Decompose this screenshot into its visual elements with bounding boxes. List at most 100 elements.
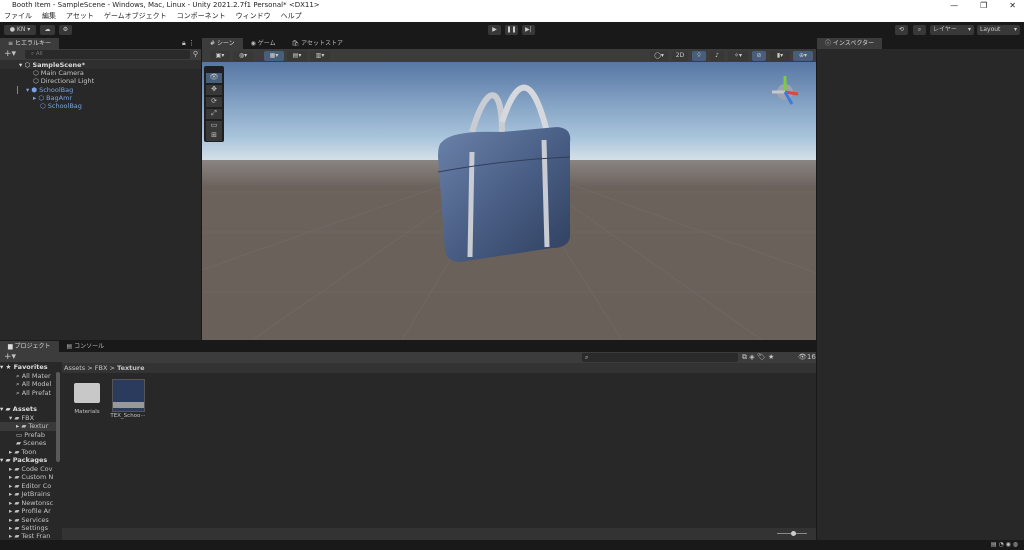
asset-label: TEX_Schoo··· [110, 413, 146, 419]
asset-count: 👁︎16 [798, 353, 816, 361]
menu-component[interactable]: コンポーネント [177, 11, 226, 22]
status-icons[interactable]: ▤ ◔ ◉ ◍ [991, 540, 1018, 550]
breadcrumb-fbx[interactable]: FBX [95, 364, 108, 372]
tab-asset-store[interactable]: 🛍︎ アセットストア [284, 38, 351, 49]
tree-prefab[interactable]: ▭ Prefab [0, 431, 56, 440]
rotate-tool-icon[interactable]: ⟳ [206, 97, 222, 107]
tree-scrollbar[interactable] [56, 372, 60, 462]
selection-marker [17, 86, 18, 94]
hierarchy-search-input[interactable]: ⌕ All [25, 50, 190, 59]
breadcrumb-texture[interactable]: Texture [117, 364, 145, 372]
tree-package[interactable]: ▸ ▰ Custom N [0, 473, 56, 482]
scene-filter-icon[interactable]: ⚲ [193, 49, 198, 60]
tree-all-models[interactable]: ⌕ All Model [0, 380, 56, 389]
item-label: SchoolBag [39, 86, 74, 94]
inspector-panel: ⓘ インスペクター [817, 38, 1024, 540]
menu-gameobject[interactable]: ゲームオブジェクト [104, 11, 167, 22]
scene-panel: # シーン ◉ ゲーム 🛍︎ アセットストア ▣▾ ◍▾ ▦▾ ▤▾ ▥▾ ◯▾… [202, 38, 816, 340]
render-mode-dropdown[interactable]: ◯▾ [650, 51, 668, 61]
slider-handle[interactable] [791, 531, 796, 536]
hierarchy-item-main-camera[interactable]: ⬡ Main Camera [33, 69, 84, 77]
move-tool-icon[interactable]: ✥ [206, 85, 222, 95]
account-button[interactable]: ● KN ▾ [4, 25, 36, 35]
tree-fbx[interactable]: ▾ ▰ FBX [0, 414, 56, 423]
play-button[interactable]: ▶ [488, 25, 501, 35]
tab-label: ゲーム [257, 40, 276, 47]
tree-assets[interactable]: ▾ ▰ Assets [0, 405, 56, 414]
tree-all-prefabs[interactable]: ⌕ All Prefat [0, 389, 56, 398]
draw-mode-dropdown[interactable]: ▣▾ [210, 51, 230, 61]
tab-project[interactable]: ▆ プロジェクト [0, 341, 59, 352]
scene-viewport[interactable] [202, 62, 816, 340]
toggle-2d-button[interactable]: 2D [672, 51, 688, 61]
menu-file[interactable]: ファイル [4, 11, 32, 22]
hierarchy-item-directional-light[interactable]: ⬡ Directional Light [33, 77, 94, 85]
tree-package[interactable]: ▸ ▰ Editor Co [0, 482, 56, 491]
pause-button[interactable]: ❚❚ [505, 25, 518, 35]
transform-tool-icon[interactable]: ⊞ [206, 131, 222, 141]
menu-assets[interactable]: アセット [66, 11, 94, 22]
hierarchy-tabs: ≡ ヒエラルキー 🔒︎ ⋮ [0, 38, 201, 49]
shading-dropdown[interactable]: ◍▾ [233, 51, 253, 61]
rect-tool-icon[interactable]: ▭ [206, 121, 222, 131]
close-icon[interactable]: ✕ [1009, 0, 1016, 11]
tree-label: All Prefat [21, 388, 51, 397]
tree-all-materials[interactable]: ⌕ All Mater [0, 372, 56, 381]
tree-package[interactable]: ▸ ▰ Newtonsc [0, 499, 56, 508]
tree-toon[interactable]: ▸ ▰ Toon [0, 448, 56, 457]
cloud-icon[interactable]: ☁ [40, 25, 55, 35]
tree-package[interactable]: ▸ ▰ Code Cov [0, 465, 56, 474]
hierarchy-item-scene[interactable]: ▾ ⬡ SampleScene* [19, 61, 85, 69]
hierarchy-item-schoolbag[interactable]: ▾ ⬢ SchoolBag [26, 86, 73, 94]
tree-package[interactable]: ▸ ▰ Test Fran [0, 532, 56, 541]
asset-materials-folder[interactable]: Materials [68, 379, 106, 415]
project-search-input[interactable]: ⌕ [582, 353, 738, 362]
layers-dropdown[interactable]: レイヤー ▾ [930, 25, 974, 35]
grid-dropdown[interactable]: ▦▾ [264, 51, 284, 61]
breadcrumb-assets[interactable]: Assets [64, 364, 85, 372]
asset-texture[interactable]: TEX_Schoo··· [108, 379, 148, 419]
tab-game[interactable]: ◉ ゲーム [243, 38, 284, 49]
layout-dropdown[interactable]: Layout ▾ [977, 25, 1020, 35]
hierarchy-item-schoolbag-mesh[interactable]: ⬡ SchoolBag [40, 102, 82, 110]
tree-packages[interactable]: ▾ ▰ Packages [0, 456, 56, 465]
tree-label: Test Fran [21, 531, 51, 540]
tab-inspector[interactable]: ⓘ インスペクター [817, 38, 883, 49]
texture-thumbnail [111, 379, 145, 412]
search-icon[interactable]: ⌕ [913, 25, 926, 35]
scale-tool-icon[interactable]: ⤢ [206, 109, 222, 119]
menu-edit[interactable]: 編集 [42, 11, 56, 22]
tree-package[interactable]: ▸ ▰ Profile Ar [0, 507, 56, 516]
menu-window[interactable]: ウィンドウ [236, 11, 271, 22]
snap-dropdown[interactable]: ▤▾ [287, 51, 307, 61]
hierarchy-panel: ≡ ヒエラルキー 🔒︎ ⋮ +▾ ⌕ All ⚲ ▾ ⬡ SampleScene*… [0, 38, 201, 340]
hidden-objects-icon[interactable]: ⊘ [752, 51, 766, 61]
maximize-icon[interactable]: ❐ [980, 0, 987, 11]
gizmos-dropdown[interactable]: ⊕▾ [793, 51, 813, 61]
increment-dropdown[interactable]: ▥▾ [310, 51, 330, 61]
step-button[interactable]: ▶| [522, 25, 535, 35]
tree-scenes[interactable]: ▰ Scenes [0, 439, 56, 448]
audio-icon[interactable]: ♪ [710, 51, 724, 61]
camera-dropdown[interactable]: ▮▾ [770, 51, 790, 61]
tree-label: All Model [21, 380, 52, 388]
history-icon[interactable]: ⟲ [895, 25, 908, 35]
tree-favorites[interactable]: ▾ ★ Favorites [0, 363, 56, 372]
lock-icon[interactable]: 🔒︎ ⋮ [182, 38, 201, 49]
lighting-icon[interactable]: 💡︎ [692, 51, 706, 61]
tab-hierarchy[interactable]: ≡ ヒエラルキー [0, 38, 59, 49]
tab-console[interactable]: ▤ コンソール [59, 341, 113, 352]
add-icon[interactable]: +▾ [4, 49, 16, 60]
hierarchy-item-bagamr[interactable]: ▸ ⬡ BagAmr [33, 94, 72, 102]
collab-icon[interactable]: ⚙ [59, 25, 72, 35]
tab-scene[interactable]: # シーン [202, 38, 243, 49]
project-tree: ▾ ★ Favorites ⌕ All Mater ⌕ All Model ⌕ … [0, 362, 62, 540]
tree-package[interactable]: ▸ ▰ JetBrains [0, 490, 56, 499]
effects-dropdown[interactable]: ✧▾ [728, 51, 748, 61]
filter-type-icon[interactable]: ⧉ ◈ 🏷︎ ★ [742, 352, 774, 363]
tree-texture[interactable]: ▸ ▰ Textur [0, 422, 56, 431]
layers-label: レイヤー [933, 26, 957, 33]
menu-help[interactable]: ヘルプ [281, 11, 302, 22]
view-tool-icon[interactable]: 👁︎ [206, 73, 222, 83]
minimize-icon[interactable]: — [950, 0, 958, 11]
